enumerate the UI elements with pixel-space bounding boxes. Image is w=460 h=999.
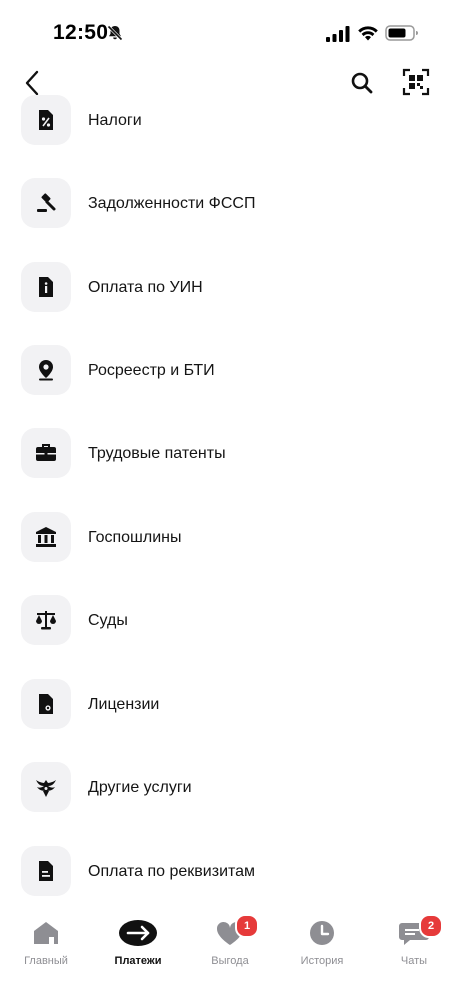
list-item-work-patents[interactable]: Трудовые патенты xyxy=(0,418,460,488)
list-item-label: Госпошлины xyxy=(88,529,182,546)
list-item-label: Задолженности ФССП xyxy=(88,195,256,212)
icon-tile xyxy=(21,846,71,896)
list-item-label: Росреестр и БТИ xyxy=(88,362,215,379)
clock-icon xyxy=(310,921,334,945)
status-time: 12:50 xyxy=(53,21,109,44)
government-building-icon xyxy=(36,527,56,547)
notification-badge: 1 xyxy=(235,914,259,938)
bottom-tab-bar: Главный Платежи 1 Выгода История 2 Чаты xyxy=(0,905,460,999)
icon-tile xyxy=(21,595,71,645)
signal-icon xyxy=(326,26,350,42)
icon-tile xyxy=(21,262,71,312)
tab-home[interactable]: Главный xyxy=(0,915,92,975)
tab-label: Главный xyxy=(24,955,68,967)
battery-icon xyxy=(385,25,418,41)
list-item-label: Оплата по реквизитам xyxy=(88,863,256,880)
tab-label: Чаты xyxy=(400,955,428,967)
list-item-label: Суды xyxy=(88,612,128,629)
location-pin-icon xyxy=(39,360,53,381)
list-item-uin-payment[interactable]: Оплата по УИН xyxy=(0,252,460,322)
notification-badge: 2 xyxy=(419,914,443,938)
briefcase-icon xyxy=(36,444,56,461)
icon-tile xyxy=(21,178,71,228)
list-item-label: Налоги xyxy=(88,112,142,129)
scales-icon xyxy=(36,611,56,630)
wifi-icon xyxy=(358,26,378,41)
requisites-doc-icon xyxy=(39,861,53,881)
list-item-payment-by-requisites[interactable]: Оплата по реквизитам xyxy=(0,836,460,906)
info-doc-icon xyxy=(39,277,53,297)
list-item-label: Другие услуги xyxy=(88,779,192,796)
icon-tile xyxy=(21,762,71,812)
double-eagle-icon xyxy=(36,780,56,797)
list-item-other-services[interactable]: Другие услуги xyxy=(0,752,460,822)
gavel-icon xyxy=(37,193,56,212)
tab-history[interactable]: История xyxy=(276,915,368,975)
tab-chats[interactable]: 2 Чаты xyxy=(368,914,460,975)
list-item-rosreestr[interactable]: Росреестр и БТИ xyxy=(0,335,460,405)
icon-tile xyxy=(21,95,71,145)
bell-off-icon xyxy=(107,25,123,41)
icon-tile xyxy=(21,428,71,478)
list-item-label: Оплата по УИН xyxy=(88,279,203,296)
list-item-courts[interactable]: Суды xyxy=(0,585,460,655)
tab-label: Выгода xyxy=(211,955,249,967)
list-item-label: Трудовые патенты xyxy=(88,445,226,462)
list-item-taxes[interactable]: Налоги xyxy=(0,85,460,155)
icon-tile xyxy=(21,512,71,562)
payments-arrows-icon xyxy=(119,920,157,946)
tab-payments[interactable]: Платежи xyxy=(92,915,184,975)
tab-label: История xyxy=(300,955,344,967)
license-doc-icon xyxy=(39,694,53,714)
list-item-label: Лицензии xyxy=(88,696,160,713)
icon-tile xyxy=(21,345,71,395)
list-item-state-duties[interactable]: Госпошлины xyxy=(0,502,460,572)
status-bar: 12:50 xyxy=(0,0,460,60)
tab-label: Платежи xyxy=(114,955,162,967)
tab-benefits[interactable]: 1 Выгода xyxy=(184,914,276,975)
icon-tile xyxy=(21,679,71,729)
home-icon xyxy=(34,922,58,944)
list-item-fssp-debts[interactable]: Задолженности ФССП xyxy=(0,168,460,238)
list-item-licenses[interactable]: Лицензии xyxy=(0,669,460,739)
percent-doc-icon xyxy=(39,110,53,130)
